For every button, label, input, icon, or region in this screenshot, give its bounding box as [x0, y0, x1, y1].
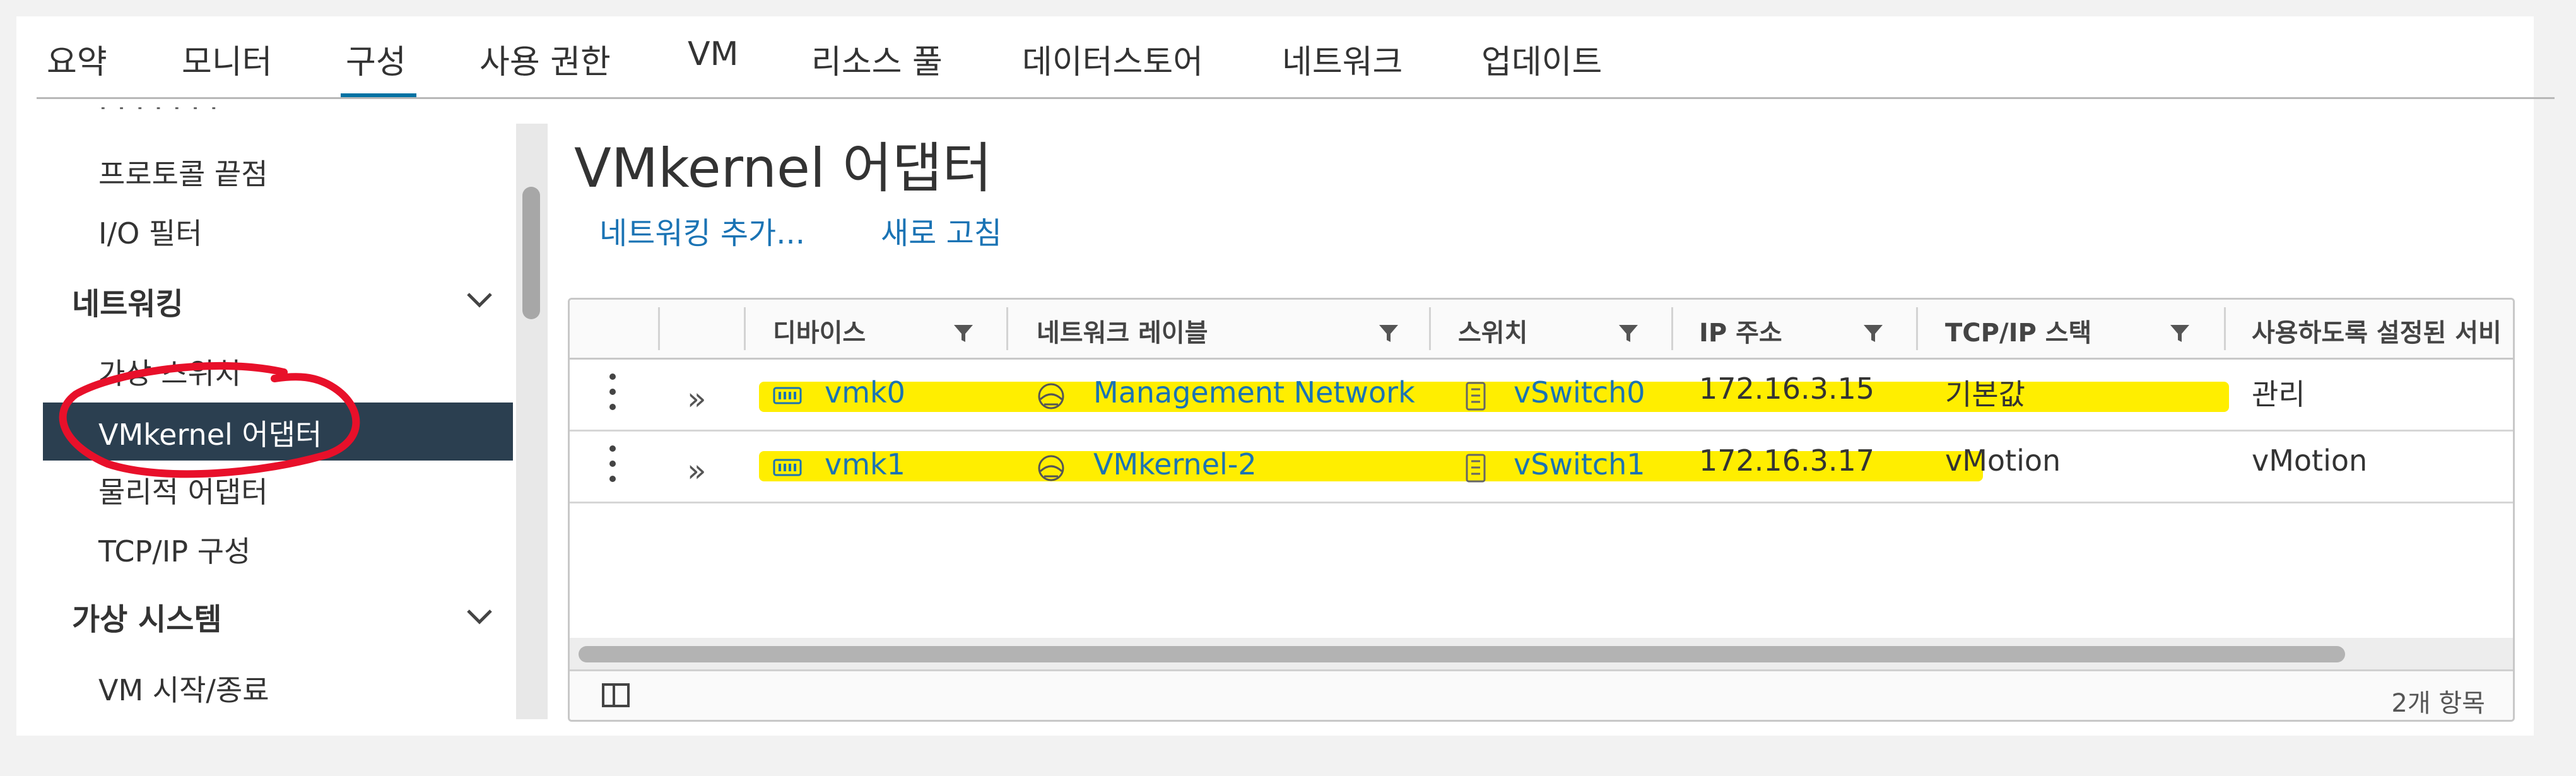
column-header-device[interactable]: 디바이스 [773, 312, 866, 349]
column-header-enabled-services[interactable]: 사용하도록 설정된 서비 [2252, 312, 2502, 349]
column-separator [658, 307, 660, 350]
tcpip-stack: 기본값 [1945, 377, 2025, 411]
kebab-menu-icon[interactable] [609, 444, 616, 484]
sidebar-group-virtual-machines[interactable]: 가상 시스템 [72, 594, 222, 638]
tab-networks[interactable]: 네트워크 [1282, 35, 1403, 83]
switch-link[interactable]: vSwitch1 [1514, 447, 1645, 481]
tcpip-stack: vMotion [1945, 444, 2061, 478]
device-link[interactable]: vmk0 [825, 375, 905, 409]
filter-icon[interactable] [1377, 322, 1400, 345]
config-sidebar: . . . . . . . 프로토콜 끝점 I/O 필터 네트워킹 가상 스위치… [43, 107, 516, 719]
enabled-services: 관리 [2252, 377, 2305, 411]
network-label-link[interactable]: VMkernel-2 [1093, 447, 1257, 481]
column-separator [1671, 307, 1673, 350]
column-toggle-icon[interactable] [601, 683, 630, 708]
ip-address: 172.16.3.17 [1699, 444, 1874, 478]
column-separator [1429, 307, 1431, 350]
sidebar-group-networking[interactable]: 네트워킹 [72, 279, 184, 323]
grid-horizontal-scrollbar-thumb[interactable] [579, 646, 2345, 662]
kebab-menu-icon[interactable] [609, 372, 616, 412]
refresh-link[interactable]: 새로 고침 [881, 208, 1002, 252]
nic-icon [773, 387, 802, 404]
expand-icon[interactable]: » [687, 380, 707, 417]
switch-icon [1466, 382, 1486, 411]
column-separator [2224, 307, 2226, 350]
nic-icon [773, 459, 802, 476]
filter-icon[interactable] [952, 322, 975, 345]
filter-icon[interactable] [1862, 322, 1885, 345]
switch-link[interactable]: vSwitch0 [1514, 375, 1645, 409]
sidebar-item-virtual-switches[interactable]: 가상 스위치 [98, 351, 241, 392]
sidebar-item-tcpip-config[interactable]: TCP/IP 구성 [98, 529, 250, 570]
item-count: 2개 항목 [2391, 689, 2485, 718]
switch-icon [1466, 454, 1486, 483]
tab-updates[interactable]: 업데이트 [1481, 35, 1602, 83]
tab-configure[interactable]: 구성 [346, 35, 406, 83]
device-link[interactable]: vmk1 [825, 447, 905, 481]
ip-address: 172.16.3.15 [1699, 372, 1874, 406]
chevron-down-icon[interactable] [462, 604, 497, 630]
sidebar-item-physical-adapters[interactable]: 물리적 어댑터 [98, 469, 268, 511]
filter-icon[interactable] [1617, 322, 1640, 345]
enabled-services: vMotion [2252, 444, 2368, 478]
table-row[interactable]: » vmk0 Management Network vSwitch0 172.1… [570, 358, 2513, 432]
sidebar-item-protocol-endpoints[interactable]: 프로토콜 끝점 [98, 151, 268, 193]
column-header-switch[interactable]: 스위치 [1458, 312, 1527, 349]
sidebar-item-io-filters[interactable]: I/O 필터 [98, 211, 203, 252]
top-nav: 요약 모니터 구성 사용 권한 VM 리소스 풀 데이터스토어 네트워크 업데이… [38, 16, 2576, 98]
filter-icon[interactable] [2168, 322, 2191, 345]
table-row[interactable]: » vmk1 VMkernel-2 vSwitch1 172.16.3.17 v… [570, 430, 2513, 503]
sidebar-item-vmkernel-adapters[interactable]: VMkernel 어댑터 [98, 412, 322, 454]
sidebar-item-vm-startup-shutdown[interactable]: VM 시작/종료 [98, 667, 269, 709]
tab-resource-pools[interactable]: 리소스 풀 [811, 35, 943, 83]
nav-divider [37, 97, 2555, 99]
add-networking-link[interactable]: 네트워킹 추가... [599, 208, 805, 252]
tab-summary[interactable]: 요약 [47, 35, 107, 83]
tab-datastores[interactable]: 데이터스토어 [1022, 35, 1203, 83]
chevron-down-icon[interactable] [462, 288, 497, 313]
sidebar-scrollbar-thumb[interactable] [522, 187, 540, 319]
column-header-tcpip-stack[interactable]: TCP/IP 스택 [1945, 312, 2091, 349]
grid-footer: 2개 항목 [570, 669, 2513, 720]
sidebar-item-clipped: . . . . . . . [98, 107, 218, 116]
network-label-link[interactable]: Management Network [1093, 375, 1415, 409]
column-header-network-label[interactable]: 네트워크 레이블 [1037, 312, 1208, 349]
column-separator [1006, 307, 1008, 350]
tab-monitor[interactable]: 모니터 [182, 35, 273, 83]
vmkernel-adapters-grid: 디바이스 네트워크 레이블 스위치 IP 주소 TCP/IP 스택 사용하도록 … [568, 298, 2515, 722]
column-separator [1916, 307, 1918, 350]
tab-permissions[interactable]: 사용 권한 [479, 35, 611, 83]
grid-header: 디바이스 네트워크 레이블 스위치 IP 주소 TCP/IP 스택 사용하도록 … [570, 300, 2513, 360]
page-title: VMkernel 어댑터 [574, 137, 992, 200]
column-separator [744, 307, 746, 350]
tab-vms[interactable]: VM [688, 35, 738, 73]
network-icon [1038, 455, 1064, 481]
network-icon [1038, 383, 1064, 409]
column-header-ip-address[interactable]: IP 주소 [1699, 312, 1782, 349]
expand-icon[interactable]: » [687, 452, 707, 489]
